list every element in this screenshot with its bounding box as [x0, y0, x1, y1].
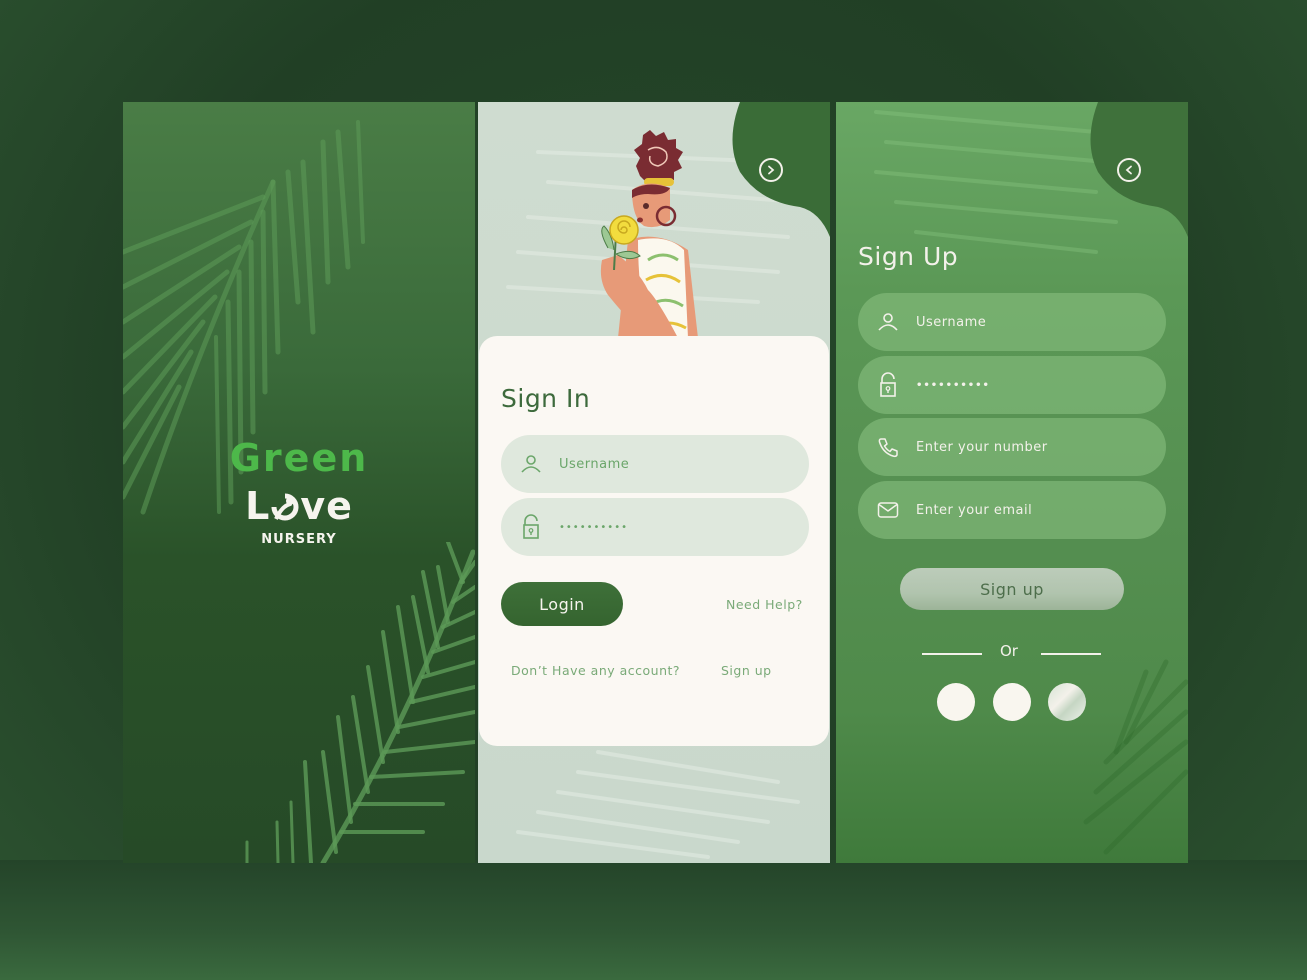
- lock-icon: [876, 372, 900, 397]
- phone-icon: [876, 435, 900, 459]
- brand-title-love: Lve: [123, 484, 475, 528]
- palm-leaf-bottom-faded-decoration: [1083, 659, 1188, 855]
- or-label: Or: [1000, 642, 1018, 660]
- back-button[interactable]: [1117, 158, 1141, 182]
- signup-link[interactable]: Sign up: [721, 663, 772, 678]
- signup-password-field[interactable]: [858, 356, 1166, 414]
- background-floor: [0, 860, 1307, 980]
- mail-icon: [876, 498, 900, 522]
- social-login-button-1[interactable]: [937, 683, 975, 721]
- divider-left: [922, 653, 982, 655]
- user-icon: [876, 310, 900, 334]
- signup-email-input[interactable]: [916, 502, 1136, 518]
- signup-title: Sign Up: [858, 242, 959, 271]
- brand-letter-l: L: [245, 484, 271, 528]
- brand-title-green: Green: [229, 436, 369, 480]
- social-login-button-2[interactable]: [993, 683, 1031, 721]
- user-icon: [519, 452, 543, 476]
- signup-phone-input[interactable]: [916, 439, 1136, 455]
- social-login-button-3[interactable]: [1048, 683, 1086, 721]
- signin-card: Sign In Login Need Help? Don’t Have any …: [479, 336, 829, 746]
- signin-password-input[interactable]: [559, 521, 779, 533]
- signup-button[interactable]: Sign up: [900, 568, 1124, 610]
- lock-icon: [519, 514, 543, 539]
- splash-screen: Green Lve NURSERY: [123, 102, 475, 863]
- signup-password-input[interactable]: [916, 379, 1136, 391]
- signin-title: Sign In: [501, 384, 591, 413]
- next-button[interactable]: [759, 158, 783, 182]
- need-help-link[interactable]: Need Help?: [726, 597, 803, 612]
- brand-letters-ve: ve: [300, 484, 353, 528]
- divider-right: [1041, 653, 1101, 655]
- signin-username-field[interactable]: [501, 435, 809, 493]
- sprout-o-icon: [270, 487, 300, 521]
- palm-leaf-bottom-decoration: [245, 542, 475, 863]
- signup-username-field[interactable]: [858, 293, 1166, 351]
- signup-username-input[interactable]: [916, 314, 1136, 330]
- login-button[interactable]: Login: [501, 582, 623, 626]
- brand-subtitle: NURSERY: [261, 532, 337, 547]
- signin-password-field[interactable]: [501, 498, 809, 556]
- chevron-left-icon: [1125, 165, 1132, 175]
- signup-email-field[interactable]: [858, 481, 1166, 539]
- signup-screen: Sign Up Sign up Or: [836, 102, 1188, 863]
- chevron-right-icon: [768, 165, 775, 175]
- no-account-text: Don’t Have any account?: [511, 663, 681, 678]
- signup-phone-field[interactable]: [858, 418, 1166, 476]
- woman-with-flower-illustration: [600, 130, 698, 338]
- signin-username-input[interactable]: [559, 456, 779, 472]
- signin-screen: Sign In Login Need Help? Don’t Have any …: [478, 102, 830, 863]
